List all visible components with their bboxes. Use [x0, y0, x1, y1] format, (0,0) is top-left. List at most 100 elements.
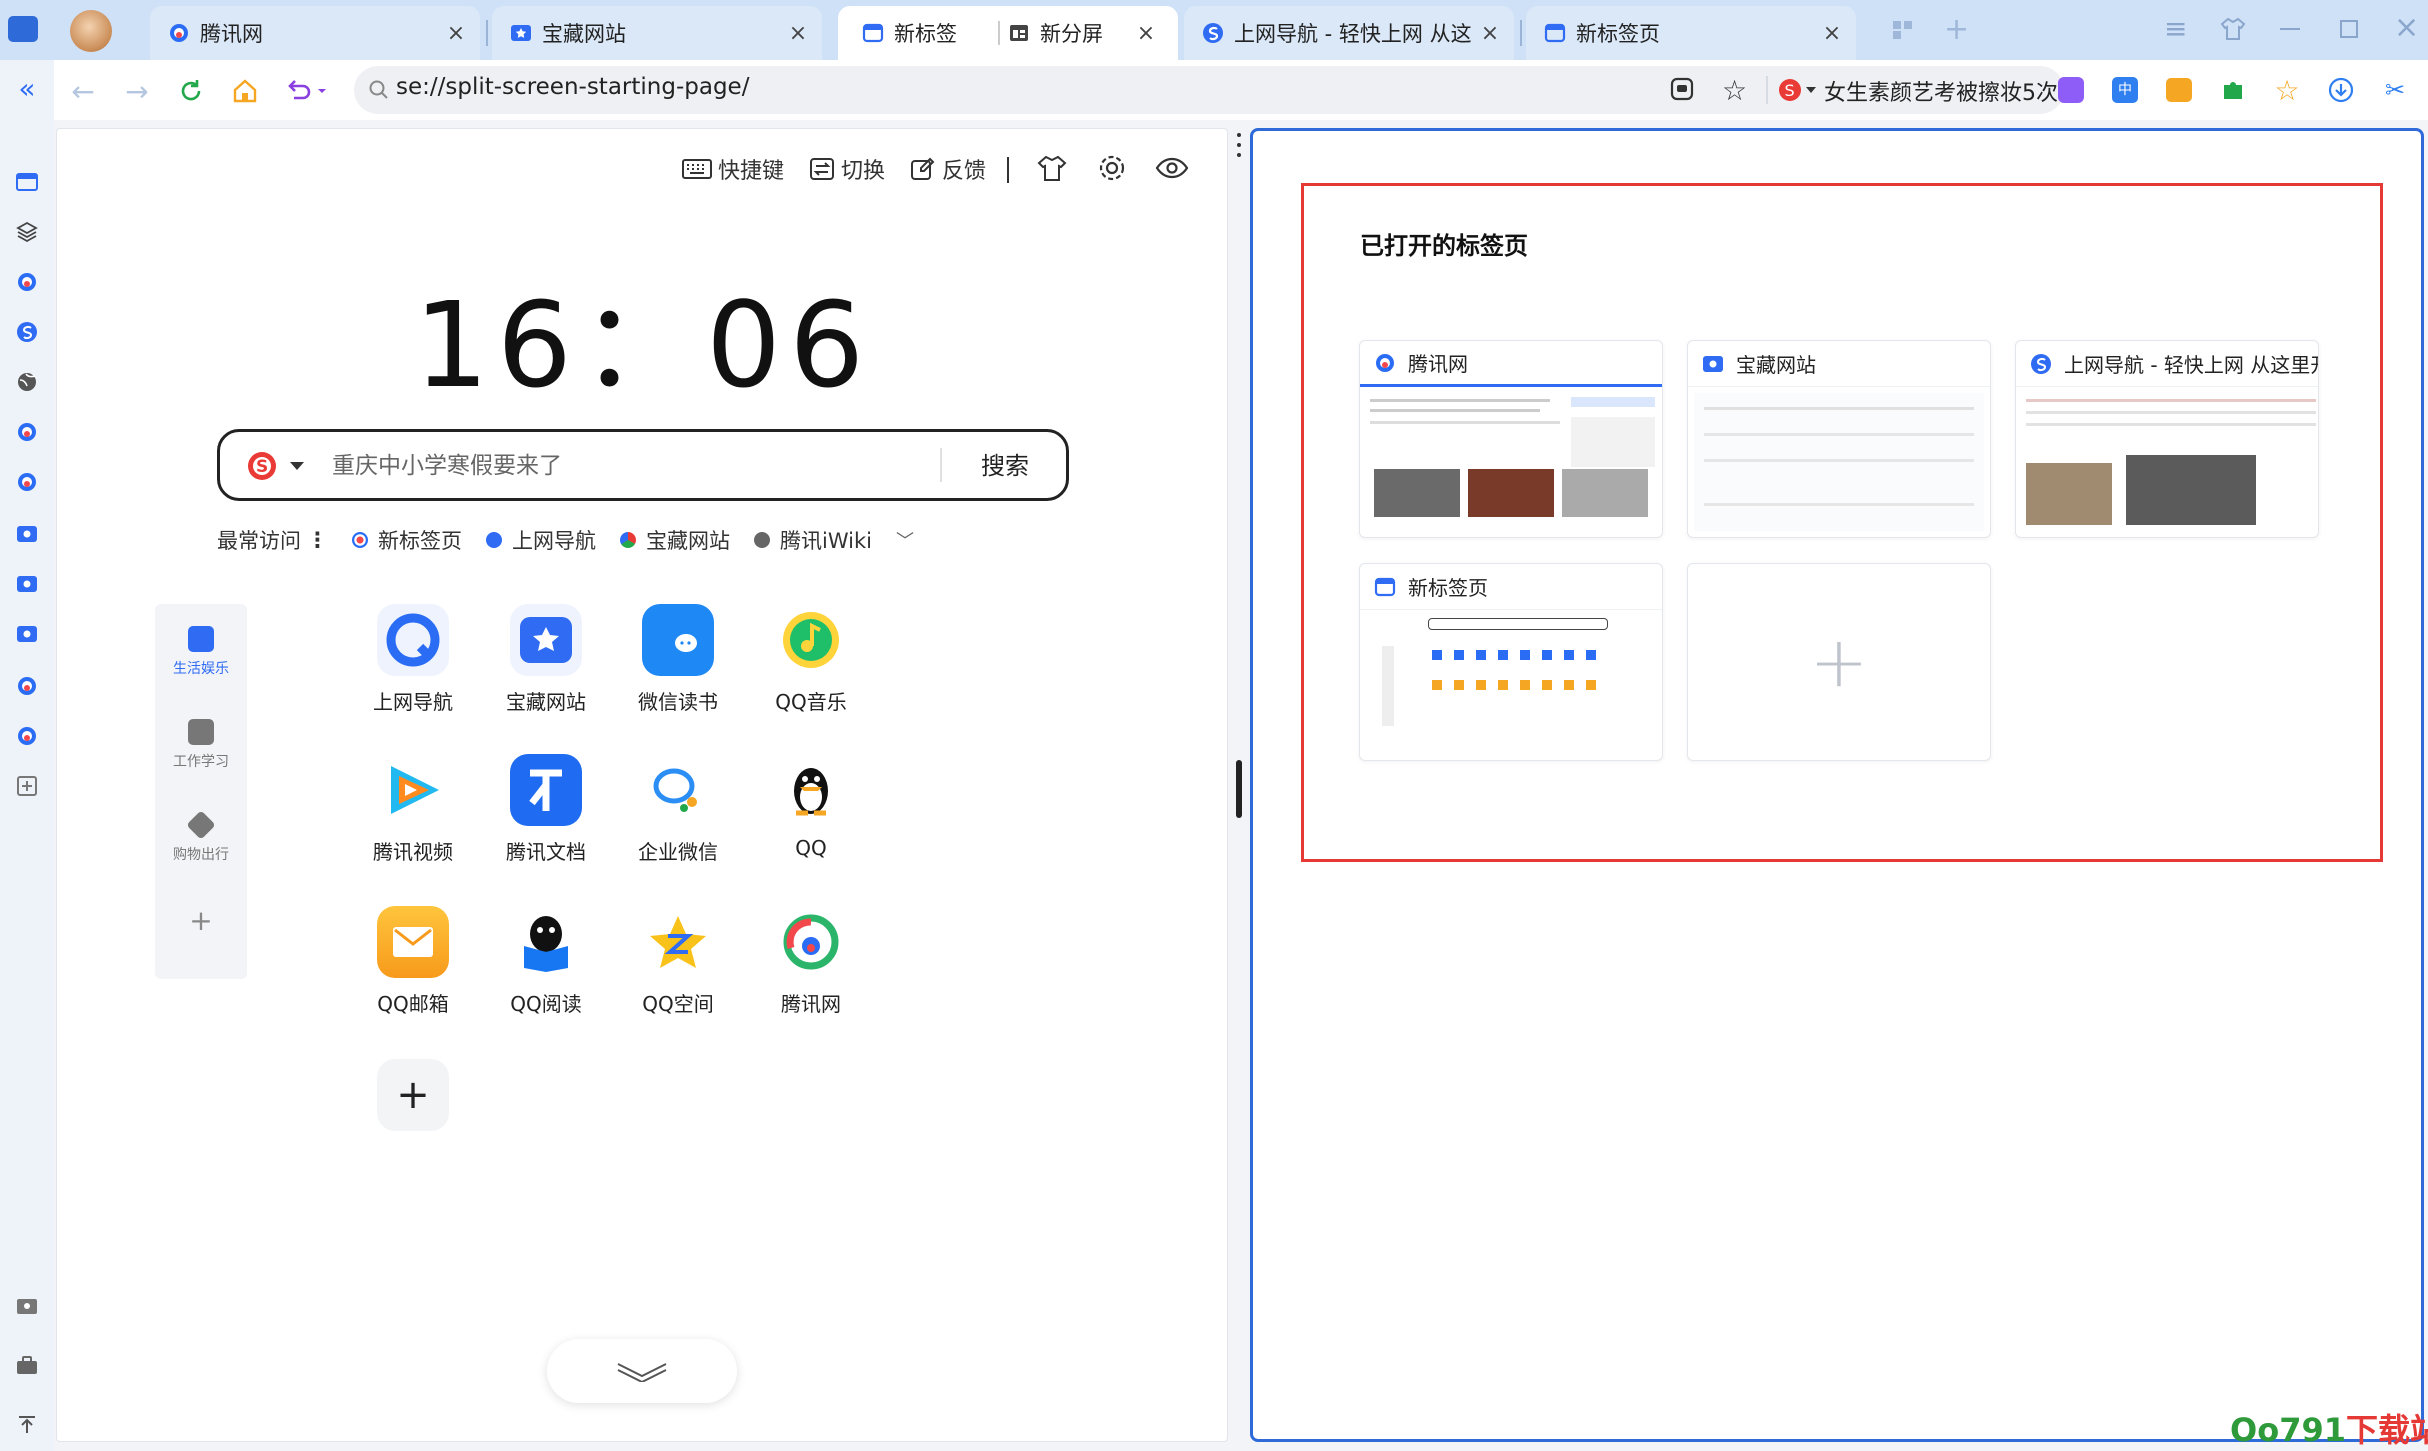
sogou-search-icon[interactable]: S: [1778, 77, 1818, 107]
tab-new-tab-page[interactable]: 新标签页 ×: [1526, 6, 1856, 60]
switch-button[interactable]: 切换: [809, 151, 885, 187]
close-icon[interactable]: ×: [446, 21, 466, 46]
settings-gear-icon[interactable]: [1097, 153, 1127, 187]
bookmark-folder-icon[interactable]: [11, 568, 43, 600]
frequent-item[interactable]: 新标签页: [352, 525, 462, 555]
tab-tencent[interactable]: 腾讯网 ×: [150, 6, 480, 60]
card-thumbnail: [1694, 393, 1984, 531]
undo-close-icon[interactable]: [282, 74, 332, 108]
skin-shirt-icon[interactable]: [2220, 16, 2246, 46]
app-treasure-sites[interactable]: 宝藏网站: [491, 604, 601, 715]
avatar[interactable]: [70, 10, 112, 52]
app-tencent-docs[interactable]: 腾讯文档: [491, 754, 601, 865]
skin-shirt-icon[interactable]: [1037, 153, 1067, 187]
split-divider-handle[interactable]: [1236, 760, 1242, 818]
search-engine-selector[interactable]: S: [246, 450, 316, 486]
edit-pen-icon[interactable]: [2054, 73, 2088, 107]
app-shangwang-nav[interactable]: 上网导航: [358, 604, 468, 715]
close-icon[interactable]: ×: [788, 21, 808, 46]
bookmark-folder-icon: [510, 604, 582, 676]
category-life-entertainment[interactable]: 生活娱乐: [155, 626, 247, 678]
add-category-button[interactable]: +: [155, 904, 247, 937]
close-window-icon[interactable]: ×: [2394, 10, 2419, 45]
hot-search-text[interactable]: 女生素颜艺考被擦妆5次: [1824, 75, 2058, 107]
sidebar-toggle-icon[interactable]: [8, 16, 38, 42]
sogou-nav-icon: [2031, 353, 2051, 374]
tencent-icon[interactable]: [11, 720, 43, 752]
favorites-star-icon[interactable]: ☆: [2270, 73, 2304, 107]
opened-tab-card[interactable]: 宝藏网站: [1687, 340, 1991, 538]
app-wechat-reading[interactable]: 微信读书: [623, 604, 733, 715]
app-wecom[interactable]: 企业微信: [623, 754, 733, 865]
add-panel-icon[interactable]: [11, 770, 43, 802]
forward-icon[interactable]: →: [120, 74, 154, 108]
category-work-study[interactable]: 工作学习: [155, 719, 247, 771]
chevron-down-icon[interactable]: ﹀: [896, 527, 914, 553]
frequent-item[interactable]: 腾讯iWiki: [754, 525, 872, 555]
address-bar[interactable]: se://split-screen-starting-page/ ☆ S 女生素…: [354, 66, 2064, 114]
add-app-button[interactable]: +: [377, 1059, 449, 1131]
collapse-sidebar-icon[interactable]: «: [11, 72, 43, 105]
minimize-icon[interactable]: [2280, 28, 2300, 30]
url-text[interactable]: se://split-screen-starting-page/: [396, 74, 749, 100]
opened-tab-card[interactable]: 上网导航 - 轻快上网 从这里开: [2015, 340, 2319, 538]
frequent-item[interactable]: 宝藏网站: [620, 525, 730, 555]
frequent-item-label: 新标签页: [378, 529, 462, 553]
tab-grid-icon[interactable]: [1892, 20, 1914, 40]
layers-icon[interactable]: [11, 216, 43, 248]
collapse-toggle[interactable]: [547, 1339, 737, 1403]
menu-icon[interactable]: ≡: [2164, 12, 2187, 45]
screenshot-scissors-icon[interactable]: ✂: [2378, 73, 2412, 107]
bookmark-folder-icon[interactable]: [11, 518, 43, 550]
app-tencent-video[interactable]: 腾讯视频: [358, 754, 468, 865]
globe-icon: [754, 532, 770, 548]
maximize-icon[interactable]: [2340, 20, 2358, 38]
back-icon[interactable]: ←: [66, 74, 100, 108]
tencent-icon[interactable]: [11, 466, 43, 498]
search-input[interactable]: [330, 446, 890, 486]
tab-page-icon[interactable]: [11, 166, 43, 198]
briefcase-icon[interactable]: [11, 1350, 43, 1382]
tab-new-tab-split[interactable]: 新标签 新分屏 ×: [838, 6, 1178, 60]
favorites-folder-icon[interactable]: [11, 1290, 43, 1322]
tencent-icon[interactable]: [11, 670, 43, 702]
tab-sogou-nav[interactable]: 上网导航 - 轻快上网 从这里开 ×: [1184, 6, 1514, 60]
feedback-button[interactable]: 反馈: [910, 151, 986, 187]
shortcuts-button[interactable]: 快捷键: [682, 151, 784, 187]
app-qq[interactable]: QQ: [756, 754, 866, 860]
tencent-icon[interactable]: [11, 266, 43, 298]
app-label: QQ: [795, 836, 827, 860]
app-qzone[interactable]: QQ空间: [623, 906, 733, 1017]
pin-icon[interactable]: [11, 1408, 43, 1440]
close-icon[interactable]: ×: [1822, 21, 1842, 46]
tencent-icon[interactable]: [11, 416, 43, 448]
bookmark-folder-icon[interactable]: [11, 618, 43, 650]
frequent-item[interactable]: 上网导航: [486, 525, 596, 555]
reader-mode-icon[interactable]: [1669, 76, 1695, 106]
close-icon[interactable]: ×: [1480, 21, 1500, 46]
refresh-icon[interactable]: [174, 74, 208, 108]
sogou-nav-icon[interactable]: [11, 316, 43, 348]
new-tab-plus-icon[interactable]: +: [1944, 12, 1969, 47]
opened-tab-card[interactable]: 腾讯网: [1359, 340, 1663, 538]
category-shopping-travel[interactable]: 购物出行: [155, 810, 247, 864]
download-icon[interactable]: [2324, 73, 2358, 107]
app-qq-mail[interactable]: QQ邮箱: [358, 906, 468, 1017]
opened-tab-card[interactable]: 新标签页: [1359, 563, 1663, 761]
file-transfer-icon[interactable]: [2162, 73, 2196, 107]
search-button[interactable]: 搜索: [944, 446, 1066, 481]
app-tencent-news[interactable]: 腾讯网: [756, 906, 866, 1017]
close-icon[interactable]: ×: [1136, 21, 1156, 46]
pane-menu-icon[interactable]: [1237, 133, 1241, 163]
extension-puzzle-icon[interactable]: [2216, 73, 2250, 107]
eye-icon[interactable]: [1155, 155, 1189, 185]
home-icon[interactable]: [228, 74, 262, 108]
globe-icon[interactable]: [11, 366, 43, 398]
add-tab-card[interactable]: +: [1687, 563, 1991, 761]
tab-treasure-sites[interactable]: 宝藏网站 ×: [492, 6, 822, 60]
app-qq-music[interactable]: QQ音乐: [756, 604, 866, 715]
app-qq-reading[interactable]: QQ阅读: [491, 906, 601, 1017]
translate-icon[interactable]: 中: [2108, 73, 2142, 107]
frequent-more-icon[interactable]: ⋮: [307, 528, 328, 552]
star-bookmark-icon[interactable]: ☆: [1722, 74, 1747, 107]
